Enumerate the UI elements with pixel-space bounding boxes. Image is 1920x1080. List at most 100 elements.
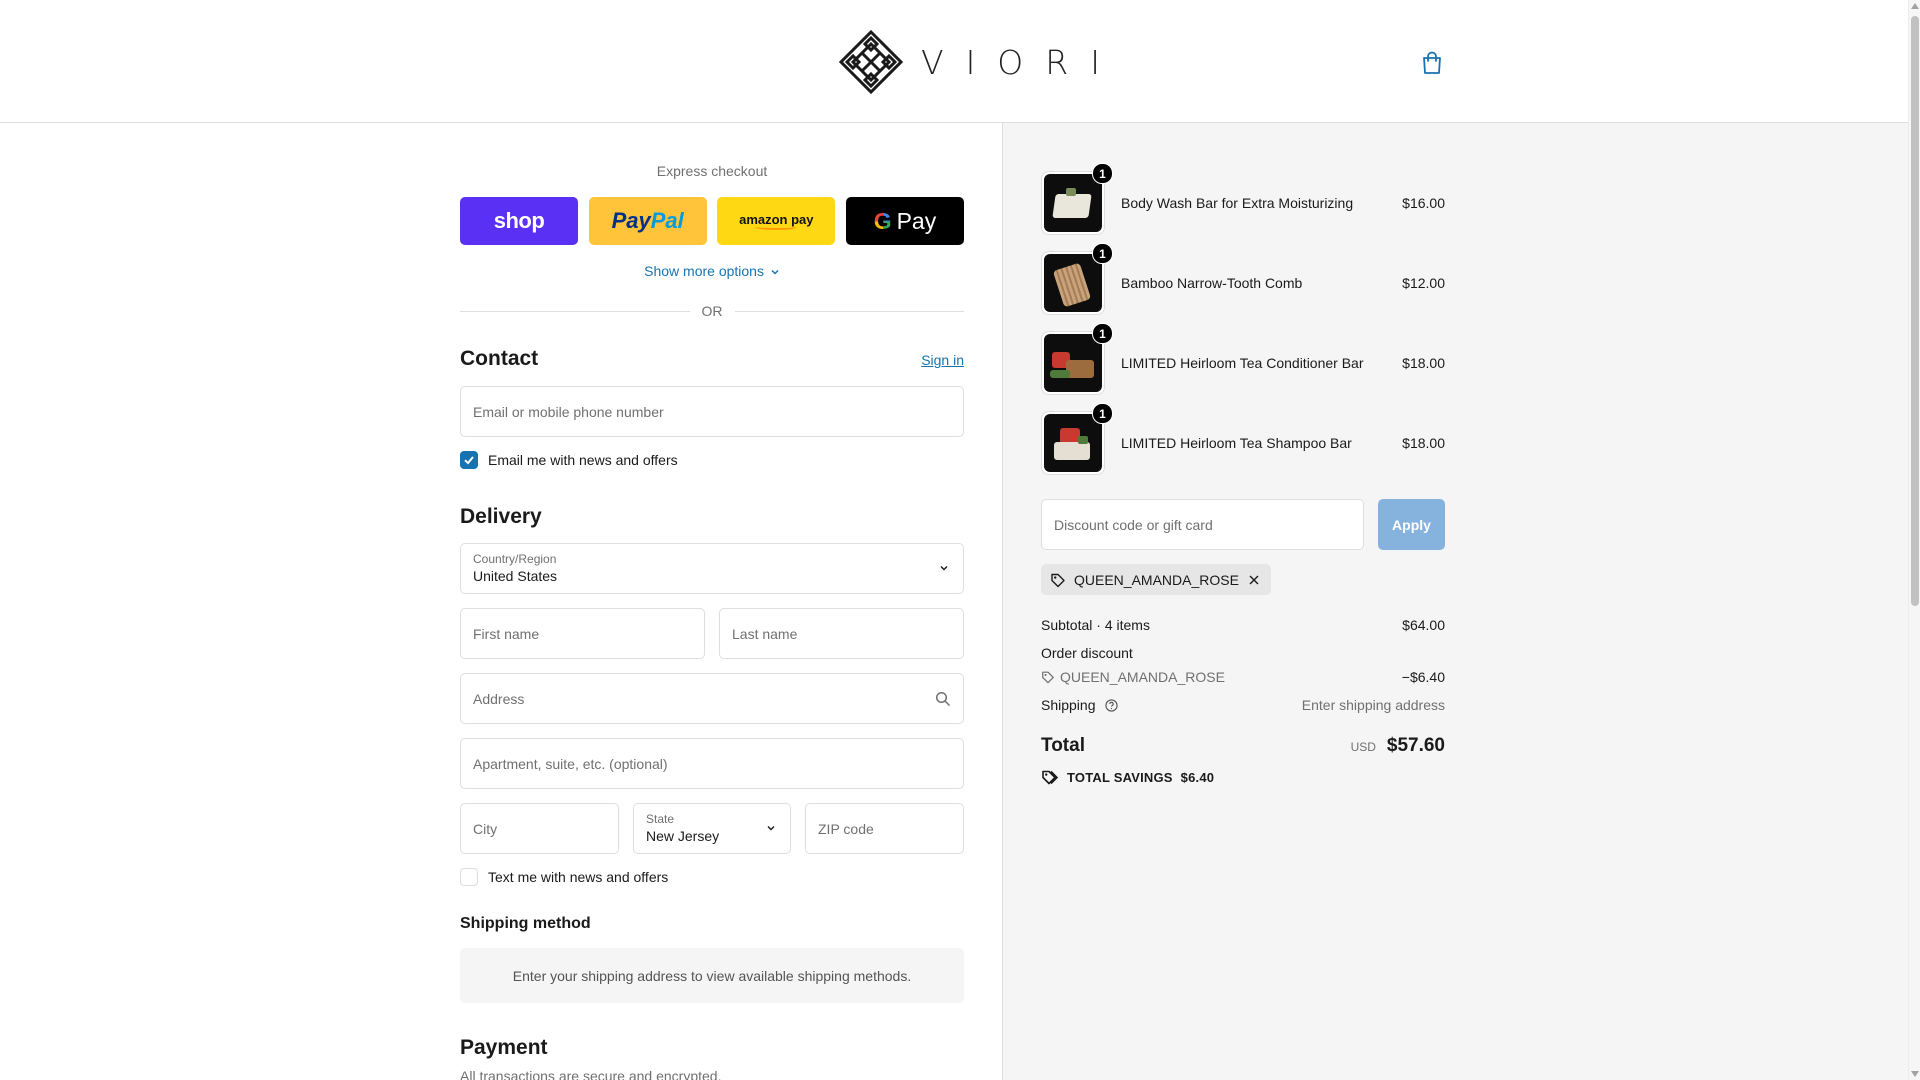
product-thumbnail: 1 — [1041, 323, 1113, 395]
help-circle-icon[interactable] — [1105, 699, 1119, 712]
line-item: 1 LIMITED Heirloom Tea Conditioner Bar $… — [1041, 323, 1445, 395]
chevron-down-icon — [940, 566, 948, 571]
first-name-field[interactable] — [460, 608, 705, 659]
paypal-button[interactable]: PayPal — [588, 197, 707, 245]
email-input[interactable] — [461, 387, 963, 436]
discount-code-field[interactable] — [1041, 499, 1364, 550]
line-item: 1 Body Wash Bar for Extra Moisturizing $… — [1041, 163, 1445, 235]
email-news-checkbox-row[interactable]: Email me with news and offers — [460, 451, 678, 469]
address-input[interactable] — [461, 674, 963, 723]
apartment-input[interactable] — [461, 739, 963, 788]
google-pay-button[interactable]: G Pay — [845, 197, 964, 245]
total-row: Total USD $57.60 — [1041, 735, 1445, 757]
brand-logo-mark-icon — [839, 30, 903, 94]
total-savings-label: TOTAL SAVINGS — [1067, 769, 1173, 785]
last-name-input[interactable] — [720, 609, 963, 658]
text-news-label: Text me with news and offers — [488, 869, 669, 885]
payment-title: Payment — [460, 1036, 548, 1059]
item-name: LIMITED Heirloom Tea Conditioner Bar — [1121, 355, 1364, 371]
last-name-field[interactable] — [719, 608, 964, 659]
search-icon — [935, 691, 951, 707]
discount-code-label: QUEEN_AMANDA_ROSE — [1060, 669, 1225, 685]
shipping-method-placeholder: Enter your shipping address to view avai… — [460, 948, 964, 1003]
shipping-row: Shipping Enter shipping address — [1041, 697, 1445, 713]
site-header: VIORI — [0, 0, 1908, 123]
item-price: $12.00 — [1402, 275, 1445, 291]
item-price: $16.00 — [1402, 195, 1445, 211]
amazon-smile-icon — [755, 224, 798, 230]
total-savings: TOTAL SAVINGS $6.40 — [1041, 769, 1214, 785]
shopping-bag-icon[interactable] — [1421, 51, 1443, 75]
page-scrollbar[interactable] — [1908, 0, 1920, 1080]
city-input[interactable] — [461, 804, 618, 853]
country-label: Country/Region — [473, 552, 557, 566]
product-thumbnail: 1 — [1041, 403, 1113, 475]
applied-discount-chip: QUEEN_AMANDA_ROSE — [1041, 564, 1271, 595]
subtotal-row: Subtotal · 4 items $64.00 — [1041, 617, 1445, 633]
sign-in-link[interactable]: Sign in — [921, 352, 964, 368]
shipping-value: Enter shipping address — [1301, 697, 1445, 713]
amazon-pay-button[interactable]: amazon pay — [717, 197, 836, 245]
express-checkout-title: Express checkout — [656, 163, 768, 179]
discount-value: −$6.40 — [1401, 669, 1445, 685]
quantity-badge: 1 — [1092, 243, 1113, 264]
email-news-checkbox[interactable] — [460, 451, 478, 469]
delivery-title: Delivery — [460, 505, 542, 528]
item-name: Bamboo Narrow-Tooth Comb — [1121, 275, 1303, 291]
item-price: $18.00 — [1402, 355, 1445, 371]
or-divider: OR — [460, 301, 964, 321]
first-name-input[interactable] — [461, 609, 704, 658]
brand-name: VIORI — [921, 42, 1122, 82]
email-news-label: Email me with news and offers — [488, 452, 678, 468]
state-label: State — [646, 812, 675, 826]
item-price: $18.00 — [1402, 435, 1445, 451]
show-more-options-link[interactable]: Show more options — [460, 263, 964, 279]
remove-discount-button[interactable] — [1247, 573, 1261, 587]
state-value: New Jersey — [646, 828, 720, 844]
line-item: 1 Bamboo Narrow-Tooth Comb $12.00 — [1041, 243, 1445, 315]
chevron-down-icon — [767, 826, 775, 831]
apply-discount-button[interactable]: Apply — [1378, 499, 1445, 550]
checkmark-icon — [464, 456, 474, 465]
tag-icon — [1042, 671, 1054, 684]
text-news-checkbox[interactable] — [460, 868, 478, 886]
email-field[interactable] — [460, 386, 964, 437]
quantity-badge: 1 — [1092, 403, 1113, 424]
shop-pay-button[interactable]: shop — [460, 197, 578, 245]
tag-icon — [1042, 770, 1059, 785]
country-select[interactable]: Country/Region United States — [460, 543, 964, 594]
apartment-field[interactable] — [460, 738, 964, 789]
paypal-logo: PayPal — [611, 208, 684, 233]
quantity-badge: 1 — [1092, 163, 1113, 184]
line-item: 1 LIMITED Heirloom Tea Shampoo Bar $18.0… — [1041, 403, 1445, 475]
total-value: $57.60 — [1386, 735, 1445, 756]
city-field[interactable] — [460, 803, 619, 854]
subtotal-value: $64.00 — [1402, 617, 1445, 633]
zip-input[interactable] — [806, 804, 963, 853]
country-value: United States — [473, 568, 558, 584]
quantity-badge: 1 — [1092, 323, 1113, 344]
product-thumbnail: 1 — [1041, 163, 1113, 235]
discount-detail-row: QUEEN_AMANDA_ROSE −$6.40 — [1041, 669, 1445, 685]
payment-security-note: All transactions are secure and encrypte… — [460, 1068, 722, 1080]
scroll-down-arrow-icon[interactable] — [1911, 1071, 1919, 1077]
applied-discount-code: QUEEN_AMANDA_ROSE — [1074, 571, 1239, 588]
scroll-up-arrow-icon[interactable] — [1911, 3, 1919, 9]
discount-code-input[interactable] — [1042, 500, 1363, 549]
contact-title: Contact — [460, 347, 539, 370]
total-currency: USD — [1350, 740, 1376, 754]
express-checkout-buttons: shop PayPal amazon pay G Pay — [460, 197, 964, 245]
shipping-method-title: Shipping method — [460, 915, 591, 932]
order-discount-label: Order discount — [1041, 645, 1133, 661]
chevron-down-icon — [771, 269, 779, 275]
total-label: Total — [1041, 735, 1085, 756]
brand-logo[interactable]: VIORI — [839, 28, 1122, 96]
google-g-icon: G — [873, 207, 892, 234]
total-savings-value: $6.40 — [1180, 769, 1215, 785]
scrollbar-thumb[interactable] — [1911, 16, 1919, 606]
product-thumbnail: 1 — [1041, 243, 1113, 315]
text-news-checkbox-row[interactable]: Text me with news and offers — [460, 868, 668, 886]
address-field[interactable] — [460, 673, 964, 724]
zip-field[interactable] — [805, 803, 964, 854]
state-select[interactable]: State New Jersey — [633, 803, 791, 854]
